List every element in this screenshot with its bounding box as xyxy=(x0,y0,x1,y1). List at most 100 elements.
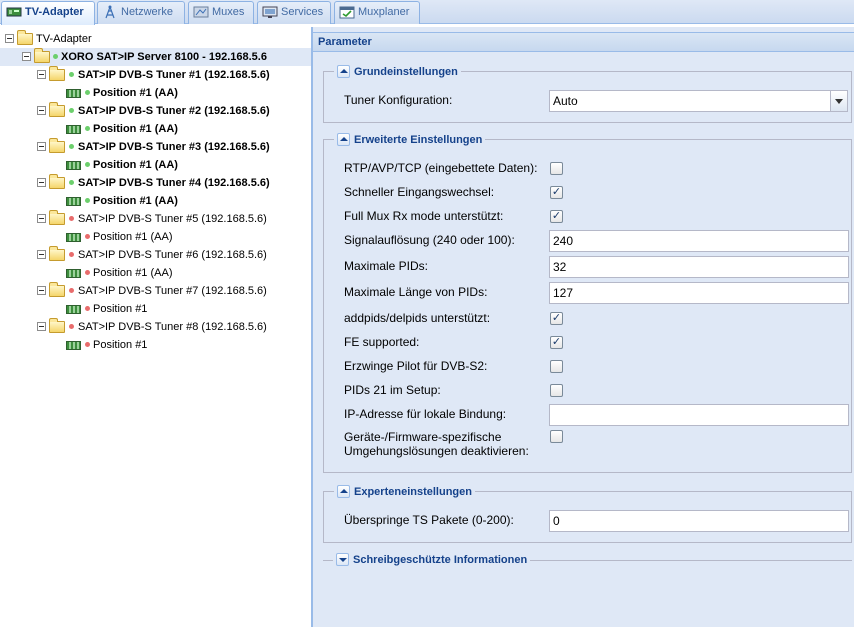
tree-tuner[interactable]: SAT>IP DVB-S Tuner #8 (192.168.5.6) xyxy=(0,318,312,336)
tv-adapter-icon xyxy=(6,5,22,19)
collapse-up-icon[interactable] xyxy=(337,133,350,146)
tuner-card-icon xyxy=(66,161,81,170)
collapse-icon[interactable] xyxy=(37,250,46,259)
pilot-label: Erzwinge Pilot für DVB-S2: xyxy=(344,359,488,373)
tab-netzwerke[interactable]: Netzwerke xyxy=(97,1,185,24)
legend-label: Erweiterte Einstellungen xyxy=(354,134,483,146)
fullmux-checkbox[interactable] xyxy=(550,210,563,223)
collapse-up-icon[interactable] xyxy=(337,485,350,498)
tree-tuner[interactable]: SAT>IP DVB-S Tuner #2 (192.168.5.6) xyxy=(0,102,312,120)
panel-title: Parameter xyxy=(313,32,854,52)
status-dot-icon xyxy=(53,54,58,59)
tree-tuner[interactable]: SAT>IP DVB-S Tuner #1 (192.168.5.6) xyxy=(0,66,312,84)
status-dot-icon xyxy=(85,234,90,239)
tuner-card-icon xyxy=(66,233,81,242)
tv-icon xyxy=(262,5,278,19)
fe-checkbox[interactable] xyxy=(550,336,563,349)
tab-label: Muxplaner xyxy=(358,6,410,18)
maxpidlen-input[interactable]: 127 xyxy=(549,282,849,304)
folder-icon xyxy=(49,102,65,117)
tuner-config-value: Auto xyxy=(553,94,578,108)
status-dot-icon xyxy=(69,72,74,77)
skip-ts-input[interactable]: 0 xyxy=(549,510,849,532)
tab-tv-adapter[interactable]: TV-Adapter xyxy=(1,1,95,25)
pids21-checkbox[interactable] xyxy=(550,384,563,397)
tree-position[interactable]: Position #1 (AA) xyxy=(0,84,312,102)
fast-switch-label: Schneller Eingangswechsel: xyxy=(344,185,495,199)
collapse-up-icon[interactable] xyxy=(337,65,350,78)
collapse-icon[interactable] xyxy=(37,106,46,115)
status-dot-icon xyxy=(69,216,74,221)
addpids-checkbox[interactable] xyxy=(550,312,563,325)
tuner-card-icon xyxy=(66,341,81,350)
tree-position-label: Position #1 (AA) xyxy=(93,87,178,99)
tree-position-label: Position #1 (AA) xyxy=(93,159,178,171)
collapse-icon[interactable] xyxy=(37,214,46,223)
readonly-info-legend[interactable]: Schreibgeschützte Informationen xyxy=(333,552,531,568)
maxpids-input[interactable]: 32 xyxy=(549,256,849,278)
collapse-icon[interactable] xyxy=(37,70,46,79)
tuner-config-select[interactable]: Auto xyxy=(549,90,848,112)
tree-tuner[interactable]: SAT>IP DVB-S Tuner #7 (192.168.5.6) xyxy=(0,282,312,300)
tree-tuner[interactable]: SAT>IP DVB-S Tuner #4 (192.168.5.6) xyxy=(0,174,312,192)
tree-position[interactable]: Position #1 (AA) xyxy=(0,228,312,246)
tree-position[interactable]: Position #1 (AA) xyxy=(0,120,312,138)
status-dot-icon xyxy=(69,108,74,113)
tree-tuner[interactable]: SAT>IP DVB-S Tuner #5 (192.168.5.6) xyxy=(0,210,312,228)
fast-switch-checkbox[interactable] xyxy=(550,186,563,199)
chevron-down-icon[interactable] xyxy=(830,91,847,111)
collapse-icon[interactable] xyxy=(37,286,46,295)
tree-position-label: Position #1 (AA) xyxy=(93,123,178,135)
collapse-icon[interactable] xyxy=(22,52,31,61)
folder-icon xyxy=(49,246,65,261)
tab-muxplaner[interactable]: Muxplaner xyxy=(334,1,420,24)
tree-tuner[interactable]: SAT>IP DVB-S Tuner #6 (192.168.5.6) xyxy=(0,246,312,264)
collapse-icon[interactable] xyxy=(5,34,14,43)
tree-position[interactable]: Position #1 xyxy=(0,336,312,354)
advanced-settings-group: Erweiterte Einstellungen RTP/AVP/TCP (ei… xyxy=(323,132,852,473)
tree-tuner-label: SAT>IP DVB-S Tuner #1 (192.168.5.6) xyxy=(78,69,270,81)
signal-input[interactable]: 240 xyxy=(549,230,849,252)
collapse-icon[interactable] xyxy=(37,142,46,151)
tuner-config-label: Tuner Konfiguration: xyxy=(344,93,453,107)
collapse-icon[interactable] xyxy=(37,178,46,187)
tree-server[interactable]: XORO SAT>IP Server 8100 - 192.168.5.6 xyxy=(0,48,311,66)
expert-settings-legend[interactable]: Experteneinstellungen xyxy=(334,484,475,500)
tree-position[interactable]: Position #1 xyxy=(0,300,312,318)
status-dot-icon xyxy=(85,90,90,95)
tree-position[interactable]: Position #1 (AA) xyxy=(0,156,312,174)
tab-muxes[interactable]: Muxes xyxy=(188,1,254,24)
expand-down-icon[interactable] xyxy=(336,553,349,566)
parameter-panel: Parameter Grundeinstellungen Tuner Konfi… xyxy=(312,27,854,627)
tab-label: Services xyxy=(281,6,324,18)
bind-address-input[interactable] xyxy=(549,404,849,426)
tree-position-label: Position #1 (AA) xyxy=(93,267,173,279)
basic-settings-legend[interactable]: Grundeinstellungen xyxy=(334,64,461,80)
tree-position[interactable]: Position #1 (AA) xyxy=(0,264,312,282)
status-dot-icon xyxy=(85,270,90,275)
maxpidlen-label: Maximale Länge von PIDs: xyxy=(344,285,488,299)
status-dot-icon xyxy=(69,252,74,257)
expert-settings-group: Experteneinstellungen Überspringe TS Pak… xyxy=(323,484,852,543)
status-dot-icon xyxy=(85,306,90,311)
rtp-checkbox[interactable] xyxy=(550,162,563,175)
collapse-icon[interactable] xyxy=(37,322,46,331)
tuner-card-icon xyxy=(66,269,81,278)
advanced-settings-legend[interactable]: Erweiterte Einstellungen xyxy=(334,132,486,148)
signal-label: Signalauflösung (240 oder 100): xyxy=(344,233,515,247)
workaround-checkbox[interactable] xyxy=(550,430,563,443)
pids21-label: PIDs 21 im Setup: xyxy=(344,383,441,397)
tree-tuner-label: SAT>IP DVB-S Tuner #6 (192.168.5.6) xyxy=(78,249,267,261)
tuner-card-icon xyxy=(66,89,81,98)
basic-settings-group: Grundeinstellungen Tuner Konfiguration: … xyxy=(323,64,852,123)
pilot-checkbox[interactable] xyxy=(550,360,563,373)
tree-server-label: XORO SAT>IP Server 8100 - 192.168.5.6 xyxy=(61,51,267,63)
tree-root[interactable]: TV-Adapter xyxy=(0,30,312,48)
maxpids-label: Maximale PIDs: xyxy=(344,259,429,273)
tree-tuner[interactable]: SAT>IP DVB-S Tuner #3 (192.168.5.6) xyxy=(0,138,312,156)
adapter-tree: TV-Adapter XORO SAT>IP Server 8100 - 192… xyxy=(0,27,312,627)
tree-position-label: Position #1 (AA) xyxy=(93,231,173,243)
tree-position[interactable]: Position #1 (AA) xyxy=(0,192,312,210)
legend-label: Schreibgeschützte Informationen xyxy=(353,554,528,566)
tab-services[interactable]: Services xyxy=(257,1,331,24)
